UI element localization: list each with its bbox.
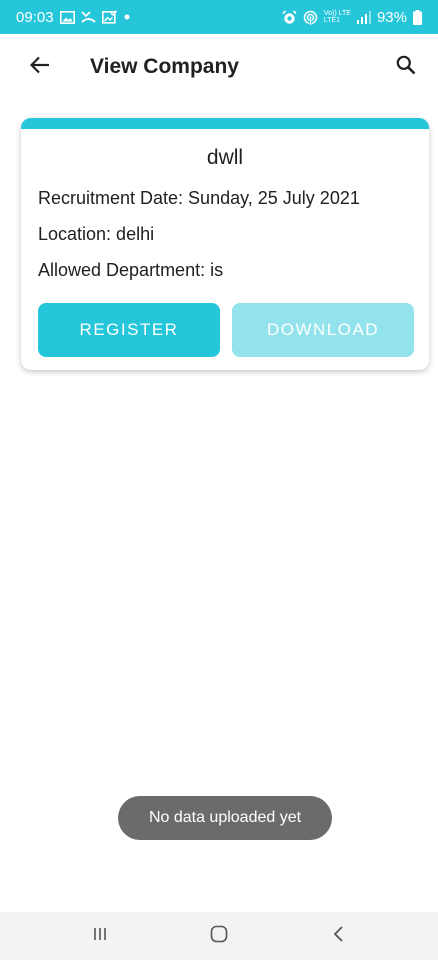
register-button[interactable]: REGISTER <box>38 303 220 357</box>
alarm-icon <box>282 9 297 25</box>
download-button[interactable]: DOWNLOAD <box>232 303 414 357</box>
back-icon <box>332 925 344 948</box>
network-type-top: Vo)) LTE <box>323 10 351 17</box>
company-card: dwll Recruitment Date: Sunday, 25 July 2… <box>21 118 429 370</box>
nav-back-button[interactable] <box>318 916 358 956</box>
hotspot-icon <box>303 10 318 25</box>
gallery-icon <box>59 10 75 24</box>
network-type: Vo)) LTE LTE1 <box>324 10 351 24</box>
status-right: Vo)) LTE LTE1 93% <box>282 9 422 26</box>
company-location: Location: delhi <box>38 224 155 244</box>
arrow-left-icon <box>29 56 50 79</box>
missed-call-icon <box>80 10 96 24</box>
battery-percent: 93% <box>376 8 407 26</box>
recent-apps-icon <box>92 926 108 947</box>
home-icon <box>210 925 228 948</box>
card-accent-bar <box>21 118 429 129</box>
image-check-icon <box>101 10 117 24</box>
company-name: dwll <box>206 146 244 169</box>
card-actions: REGISTER DOWNLOAD <box>38 303 414 357</box>
allowed-department: Allowed Department: is <box>38 260 224 280</box>
recruitment-date: Recruitment Date: Sunday, 25 July 2021 <box>38 188 360 208</box>
toast-message: No data uploaded yet <box>118 796 332 840</box>
status-bar: 09:03 Vo)) LTE LTE1 93% <box>0 0 438 34</box>
battery-icon <box>413 9 422 25</box>
recent-apps-button[interactable] <box>80 916 120 956</box>
system-nav-bar <box>0 912 438 960</box>
page-title: View Company <box>90 55 239 78</box>
app-bar: View Company <box>0 34 438 100</box>
dot-icon <box>123 13 131 21</box>
search-button[interactable] <box>390 51 422 83</box>
status-time: 09:03 <box>16 8 54 26</box>
search-icon <box>396 55 416 80</box>
signal-icon <box>356 10 371 24</box>
status-left: 09:03 <box>16 9 131 26</box>
network-type-bottom: LTE1 <box>323 17 341 24</box>
back-button[interactable] <box>26 53 54 81</box>
home-button[interactable] <box>199 916 239 956</box>
